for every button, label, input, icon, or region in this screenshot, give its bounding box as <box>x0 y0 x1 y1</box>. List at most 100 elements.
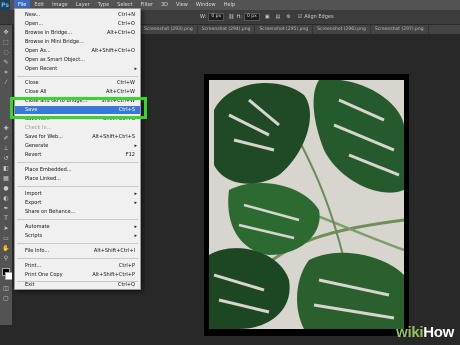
zoom-tool-icon[interactable]: ⚲ <box>2 255 10 262</box>
menu-item-label: Export <box>25 200 42 206</box>
healing-tool-icon[interactable]: ✚ <box>2 125 10 132</box>
menu-item-shortcut: Ctrl+O <box>117 21 135 27</box>
menu-item-label: New... <box>25 12 41 18</box>
shape-tool-icon[interactable]: ▭ <box>2 235 10 242</box>
pen-tool-icon[interactable]: ✒ <box>2 205 10 212</box>
tab-document[interactable]: Screenshot (297).png <box>371 25 429 34</box>
menu-item-shortcut: Alt+Shift+Ctrl+O <box>91 48 135 54</box>
menu-3d[interactable]: 3D <box>157 0 172 10</box>
menu-item-shortcut: Alt+Shift+Ctrl+P <box>92 272 135 278</box>
width-field[interactable]: 0 px <box>208 13 225 21</box>
wikihow-watermark: wikiHow <box>396 324 454 341</box>
menu-item-close[interactable]: Close Ctrl+W <box>15 79 140 87</box>
menu-item-file-info[interactable]: File Info... Alt+Shift+Ctrl+I <box>15 247 140 255</box>
submenu-arrow-icon: ▸ <box>134 200 137 206</box>
menu-item-label: Open... <box>25 21 44 27</box>
menu-item-close-all[interactable]: Close All Alt+Ctrl+W <box>15 88 140 96</box>
menu-separator <box>17 258 138 259</box>
align-edges-label: Align Edges <box>304 14 334 20</box>
dodge-tool-icon[interactable]: ◐ <box>2 195 10 202</box>
menu-item-open-smart-object[interactable]: Open as Smart Object... <box>15 56 140 64</box>
menu-item-shortcut: Alt+Shift+Ctrl+I <box>93 248 135 254</box>
save-highlight-box <box>10 97 147 119</box>
menu-item-label: Scripts <box>25 233 43 239</box>
submenu-arrow-icon: ▸ <box>134 224 137 230</box>
type-tool-icon[interactable]: T <box>2 215 10 222</box>
history-brush-icon[interactable]: ↺ <box>2 155 10 162</box>
menu-separator <box>17 162 138 163</box>
menu-item-print-one-copy[interactable]: Print One Copy Alt+Shift+Ctrl+P <box>15 271 140 279</box>
path-select-tool-icon[interactable]: ➤ <box>2 225 10 232</box>
menu-window[interactable]: Window <box>192 0 220 10</box>
marquee-tool-icon[interactable]: ⬚ <box>2 39 10 46</box>
path-arrange-icon[interactable]: ⚙ <box>286 14 290 20</box>
menu-item-label: Exit <box>25 282 35 288</box>
menu-item-exit[interactable]: Exit Ctrl+Q <box>15 282 140 289</box>
eyedropper-tool-icon[interactable]: ⁄ <box>2 79 10 86</box>
menu-item-scripts[interactable]: Scripts ▸ <box>15 232 140 240</box>
menu-item-label: Check In... <box>25 125 52 131</box>
lasso-tool-icon[interactable]: ◌ <box>2 49 10 56</box>
menu-view[interactable]: View <box>172 0 192 10</box>
tab-document[interactable]: Screenshot (294).png <box>198 25 256 34</box>
document-tabs: Screenshot (293).png Screenshot (294).pn… <box>140 25 460 34</box>
menu-item-generate[interactable]: Generate ▸ <box>15 142 140 150</box>
menu-item-open[interactable]: Open... Ctrl+O <box>15 20 140 28</box>
menu-item-print[interactable]: Print... Ctrl+P <box>15 262 140 270</box>
menu-item-label: Open Recent <box>25 66 58 72</box>
menu-item-automate[interactable]: Automate ▸ <box>15 223 140 231</box>
menu-item-shortcut: Ctrl+W <box>116 80 135 86</box>
menu-item-label: Share on Behance... <box>25 209 76 215</box>
height-label: H: <box>236 14 242 20</box>
menu-item-open-as[interactable]: Open As... Alt+Shift+Ctrl+O <box>15 47 140 55</box>
align-edges-checkbox[interactable]: ☑ <box>298 14 302 20</box>
screen-mode-icon[interactable]: ▢ <box>2 295 10 302</box>
menu-item-label: Import <box>25 191 42 197</box>
tab-document[interactable]: Screenshot (296).png <box>313 25 371 34</box>
document-image-frame <box>204 74 409 336</box>
menu-item-export[interactable]: Export ▸ <box>15 199 140 207</box>
menu-item-revert[interactable]: Revert F12 <box>15 151 140 159</box>
height-field[interactable]: 0 px <box>243 13 260 21</box>
menu-item-share-behance[interactable]: Share on Behance... <box>15 208 140 216</box>
menu-separator <box>17 76 138 77</box>
eraser-tool-icon[interactable]: ◧ <box>2 165 10 172</box>
tab-document[interactable]: Screenshot (295).png <box>255 25 314 34</box>
tools-panel: ✥ ⬚ ◌ ✎ ⌗ ⁄ ✚ ✐ ⊥ ↺ ◧ ▦ ● ◐ ✒ T ➤ ▭ ✋ ⚲ … <box>0 25 13 325</box>
quick-select-tool-icon[interactable]: ✎ <box>2 59 10 66</box>
menu-item-save-for-web[interactable]: Save for Web... Alt+Shift+Ctrl+S <box>15 133 140 141</box>
menu-item-shortcut: Ctrl+N <box>118 12 135 18</box>
submenu-arrow-icon: ▸ <box>134 66 137 72</box>
move-tool-icon[interactable]: ✥ <box>2 29 10 36</box>
quick-mask-icon[interactable]: ◫ <box>2 285 10 292</box>
menu-item-browse-bridge[interactable]: Browse in Bridge... Alt+Ctrl+O <box>15 29 140 37</box>
menu-item-import[interactable]: Import ▸ <box>15 190 140 198</box>
menu-item-label: Open As... <box>25 48 51 54</box>
menu-item-new[interactable]: New... Ctrl+N <box>15 11 140 19</box>
hand-tool-icon[interactable]: ✋ <box>2 245 10 252</box>
menu-help[interactable]: Help <box>220 0 239 10</box>
path-ops-icon[interactable]: ▣ <box>265 14 270 20</box>
menu-item-browse-mini-bridge[interactable]: Browse in Mini Bridge... <box>15 38 140 46</box>
menu-item-label: Print... <box>25 263 42 269</box>
crop-tool-icon[interactable]: ⌗ <box>2 69 10 76</box>
brush-tool-icon[interactable]: ✐ <box>2 135 10 142</box>
menu-item-open-recent[interactable]: Open Recent ▸ <box>15 65 140 73</box>
menu-item-label: Revert <box>25 152 42 158</box>
menu-item-label: Place Linked... <box>25 176 61 182</box>
width-label: W: <box>200 14 207 20</box>
menu-item-label: Open as Smart Object... <box>25 57 85 63</box>
link-icon[interactable]: ⛓ <box>228 14 234 20</box>
menu-item-place-linked[interactable]: Place Linked... <box>15 175 140 183</box>
tab-document[interactable]: Screenshot (293).png <box>140 25 198 34</box>
menu-item-shortcut: Ctrl+P <box>118 263 135 269</box>
gradient-tool-icon[interactable]: ▦ <box>2 175 10 182</box>
menu-item-label: File Info... <box>25 248 50 254</box>
path-align-icon[interactable]: ▤ <box>276 14 281 20</box>
menu-item-label: Browse in Bridge... <box>25 30 73 36</box>
menu-item-place-embedded[interactable]: Place Embedded... <box>15 166 140 174</box>
monstera-photo <box>209 80 404 329</box>
stamp-tool-icon[interactable]: ⊥ <box>2 145 10 152</box>
menu-separator <box>17 243 138 244</box>
blur-tool-icon[interactable]: ● <box>2 185 10 192</box>
